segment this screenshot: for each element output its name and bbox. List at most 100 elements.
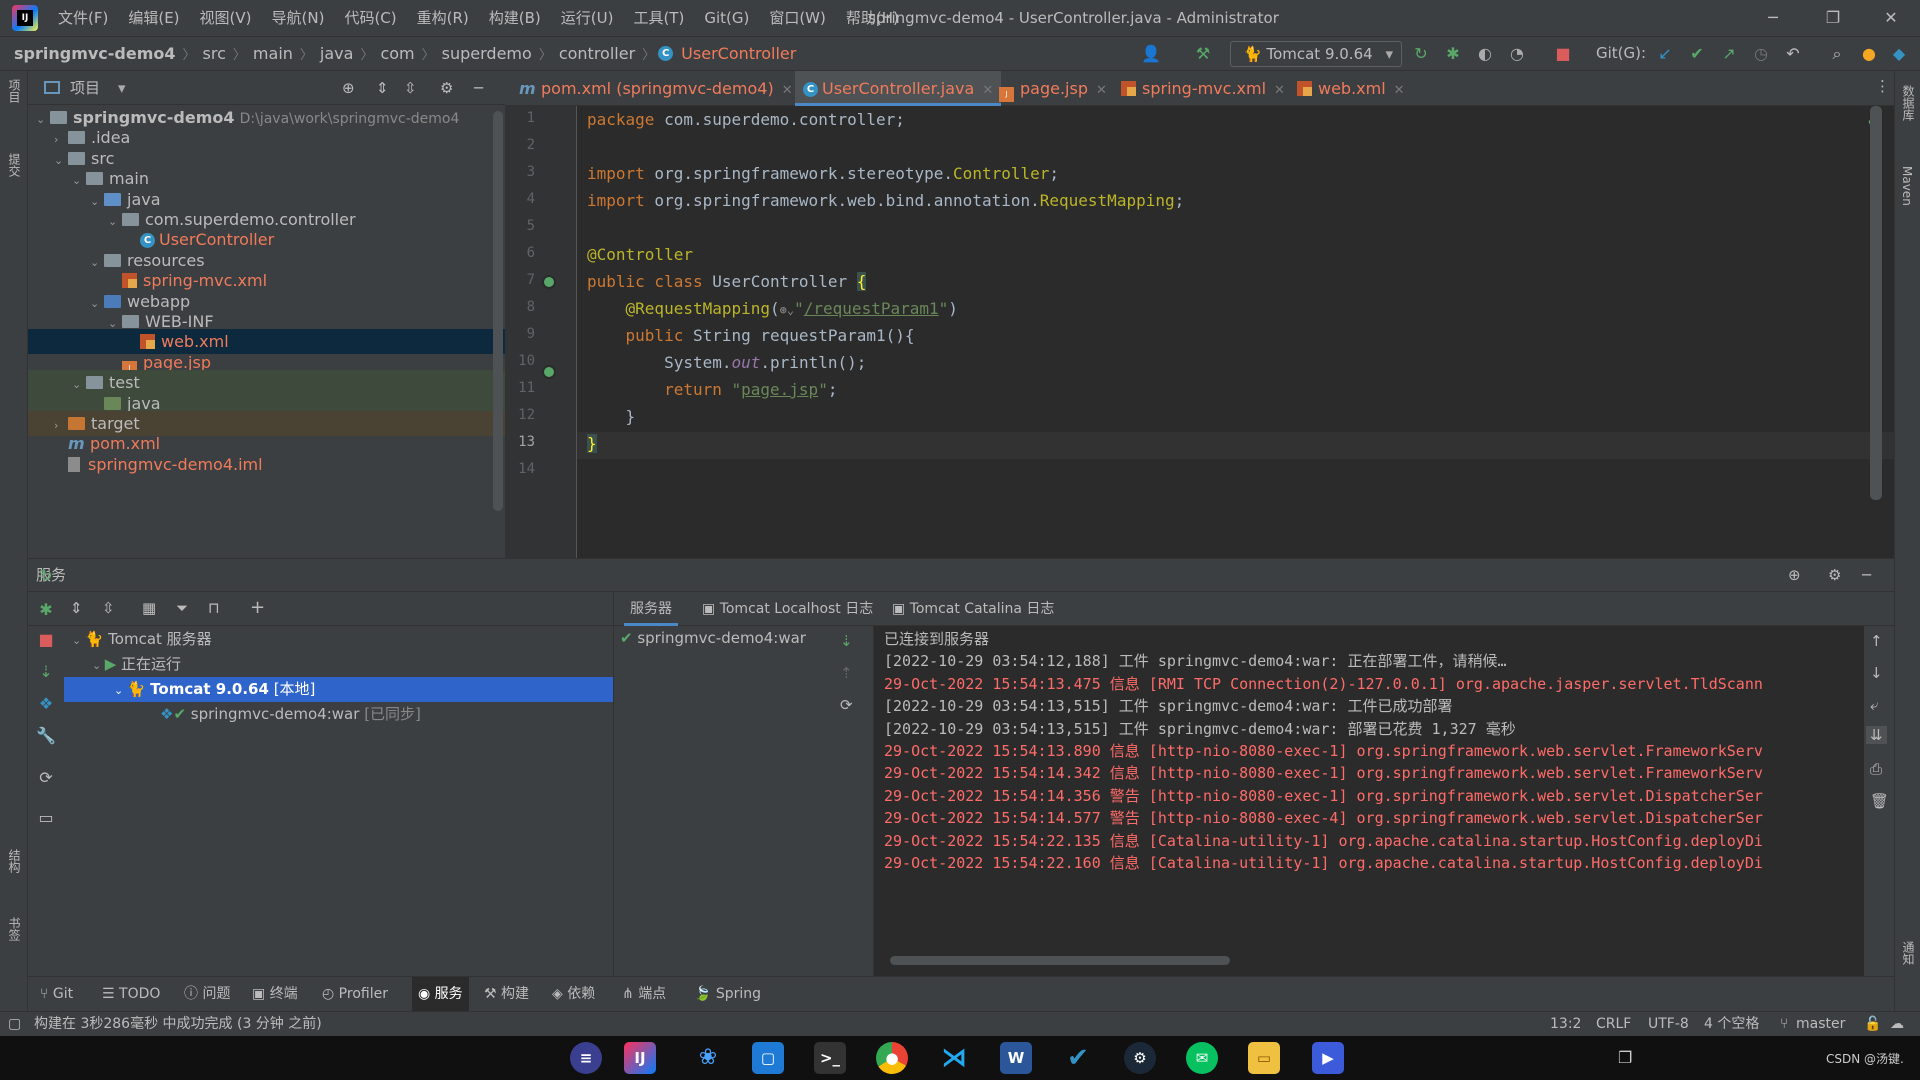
chrome-icon[interactable]: ● xyxy=(876,1042,908,1074)
lock-icon[interactable]: 🔓 xyxy=(1864,1012,1881,1037)
close-icon[interactable]: ✕ xyxy=(982,83,993,98)
breadcrumb-project[interactable]: springmvc-demo4 xyxy=(0,44,180,63)
undeploy-icon[interactable]: ⇡ xyxy=(840,664,853,682)
console-horizontal-scrollbar[interactable] xyxy=(890,956,1230,965)
arrow-down-icon[interactable]: ↓ xyxy=(1870,664,1883,682)
menu-build[interactable]: 构建(B) xyxy=(479,0,551,36)
gear-icon[interactable]: ⚙ xyxy=(440,79,453,97)
stop-icon[interactable]: ■ xyxy=(1552,44,1574,64)
spring-bean-icon[interactable] xyxy=(542,275,556,289)
user-icon[interactable]: 👤 xyxy=(1140,44,1162,64)
window-switch-icon[interactable]: ❐ xyxy=(1618,1048,1632,1067)
new-tab-icon[interactable]: ⊓ xyxy=(208,599,220,617)
menu-run[interactable]: 运行(U) xyxy=(551,0,624,36)
project-tool-label[interactable]: 项目 xyxy=(6,79,23,103)
debug-icon[interactable]: ✱ xyxy=(1442,44,1464,64)
scroll-to-end-icon[interactable]: ⇊ xyxy=(1866,726,1887,744)
hide-icon[interactable]: ─ xyxy=(474,79,483,97)
breadcrumb-controller[interactable]: controller xyxy=(555,44,639,63)
layout-icon[interactable]: ▭ xyxy=(36,808,56,828)
intellij-logo-icon[interactable]: IJ xyxy=(12,5,38,31)
group-icon[interactable]: ▦ xyxy=(142,599,156,617)
close-icon[interactable]: ✕ xyxy=(1274,83,1285,98)
tool-terminal[interactable]: ▣ 终端 xyxy=(252,977,298,1012)
history-icon[interactable]: ◷ xyxy=(1750,44,1772,64)
wechat-icon[interactable]: ✉ xyxy=(1186,1042,1218,1074)
git-update-icon[interactable]: ↙ xyxy=(1654,44,1676,64)
project-scrollbar[interactable] xyxy=(493,111,503,511)
menu-edit[interactable]: 编辑(E) xyxy=(118,0,189,36)
notifications-tool-label[interactable]: 通知 xyxy=(1900,941,1917,965)
request-mapping-link[interactable]: /requestParam1 xyxy=(804,299,939,318)
close-icon[interactable]: ✕ xyxy=(1096,83,1107,98)
menu-view[interactable]: 视图(V) xyxy=(190,0,262,36)
word-icon[interactable]: W xyxy=(1000,1042,1032,1074)
tab-pom-xml[interactable]: m pom.xml (springmvc-demo4) ✕ xyxy=(519,71,793,106)
breadcrumb-superdemo[interactable]: superdemo xyxy=(438,44,536,63)
tool-spring[interactable]: 🍃 Spring xyxy=(694,977,761,1012)
intellij-taskbar-icon[interactable]: IJ xyxy=(624,1042,656,1074)
close-icon[interactable]: ✕ xyxy=(782,83,793,98)
profile-icon[interactable]: ◔ xyxy=(1506,44,1528,64)
git-commit-icon[interactable]: ✔ xyxy=(1686,44,1708,64)
media-player-icon[interactable]: ▶ xyxy=(1312,1042,1344,1074)
status-message[interactable]: 构建在 3秒286毫秒 中成功完成 (3 分钟 之前) xyxy=(34,1012,322,1037)
expand-all-icon[interactable]: ⇕ xyxy=(70,599,83,617)
rollback-icon[interactable]: ↶ xyxy=(1782,44,1804,64)
status-toggle-icon[interactable]: ▢ xyxy=(8,1012,21,1037)
line-separator[interactable]: CRLF xyxy=(1596,1012,1631,1037)
breadcrumb-main[interactable]: main xyxy=(249,44,297,63)
tab-web-xml[interactable]: web.xml ✕ xyxy=(1297,71,1405,106)
breadcrumb-com[interactable]: com xyxy=(376,44,418,63)
tool-dependencies[interactable]: ◈ 依赖 xyxy=(552,977,595,1012)
tool-profiler[interactable]: ◴ Profiler xyxy=(322,977,388,1012)
hide-icon[interactable]: ─ xyxy=(1862,559,1871,592)
build-hammer-icon[interactable]: ⚒ xyxy=(1192,44,1214,64)
menu-code[interactable]: 代码(C) xyxy=(334,0,406,36)
soft-wrap-icon[interactable]: ⤶ xyxy=(1870,696,1878,714)
print-icon[interactable]: ⎙ xyxy=(1870,760,1882,778)
expand-all-icon[interactable]: ⇕ xyxy=(376,79,389,97)
file-encoding[interactable]: UTF-8 xyxy=(1648,1012,1689,1037)
search-icon[interactable]: ⌕ xyxy=(1826,44,1848,64)
artifacts-icon[interactable]: ❖ xyxy=(36,694,56,714)
indent-setting[interactable]: 4 个空格 xyxy=(1704,1012,1759,1037)
arrow-up-icon[interactable]: ↑ xyxy=(1870,632,1883,650)
locate-icon[interactable]: ⊕ xyxy=(1788,559,1801,592)
menu-refactor[interactable]: 重构(R) xyxy=(407,0,479,36)
tab-server[interactable]: 服务器 xyxy=(624,592,678,626)
menu-file[interactable]: 文件(F) xyxy=(48,0,118,36)
deploy-icon[interactable]: ⇣ xyxy=(36,662,56,682)
tool-git[interactable]: ⑂ Git xyxy=(40,977,73,1012)
spring-bean-icon[interactable] xyxy=(542,365,556,379)
wrench-icon[interactable]: 🔧 xyxy=(36,726,56,746)
tree-tomcat-server[interactable]: ⌄ 🐈 Tomcat 9.0.64 [本地] xyxy=(114,677,315,702)
menu-navigate[interactable]: 导航(N) xyxy=(262,0,335,36)
refresh-icon[interactable]: ⟳ xyxy=(36,768,56,788)
chevron-down-icon[interactable]: ▾ xyxy=(118,79,126,97)
more-tabs-icon[interactable]: ⋮ xyxy=(1875,77,1890,95)
tab-usercontroller-java[interactable]: C UserController.java ✕ xyxy=(795,71,1002,106)
run-config-select[interactable]: 🐈 Tomcat 9.0.64 ▾ xyxy=(1230,41,1402,67)
steam-icon[interactable]: ⚙ xyxy=(1124,1042,1156,1074)
editor-scrollbar[interactable] xyxy=(1870,106,1882,500)
menu-git[interactable]: Git(G) xyxy=(694,0,759,36)
tab-localhost-log[interactable]: ▣ Tomcat Localhost 日志 xyxy=(702,592,873,626)
toolbox-icon[interactable]: ◆ xyxy=(1888,44,1910,64)
terminal-taskbar-icon[interactable]: >_ xyxy=(814,1042,846,1074)
code-editor[interactable]: 1 2 3 4 5 6 7 8 9 10 11 12 13 14 package com.superdem… xyxy=(505,106,1894,558)
screenshot-icon[interactable]: ▢ xyxy=(752,1042,784,1074)
restore-button[interactable]: ❐ xyxy=(1810,0,1856,36)
file-explorer-icon[interactable]: ▭ xyxy=(1248,1042,1280,1074)
caret-position[interactable]: 13:2 xyxy=(1550,1012,1581,1037)
collapse-all-icon[interactable]: ⇳ xyxy=(102,599,115,617)
commit-tool-label[interactable]: 提交 xyxy=(6,153,23,177)
git-branch[interactable]: master xyxy=(1796,1012,1845,1037)
bookmarks-tool-label[interactable]: 书签 xyxy=(6,917,23,941)
deploy-icon[interactable]: ⇣ xyxy=(840,632,853,650)
maven-tool-label[interactable]: Maven xyxy=(1900,166,1914,206)
tool-endpoints[interactable]: ⋔ 端点 xyxy=(622,977,666,1012)
refresh-icon[interactable]: ⟳ xyxy=(840,696,853,714)
minimize-button[interactable]: ─ xyxy=(1750,0,1796,36)
filter-icon[interactable]: ⏷ xyxy=(176,599,188,617)
